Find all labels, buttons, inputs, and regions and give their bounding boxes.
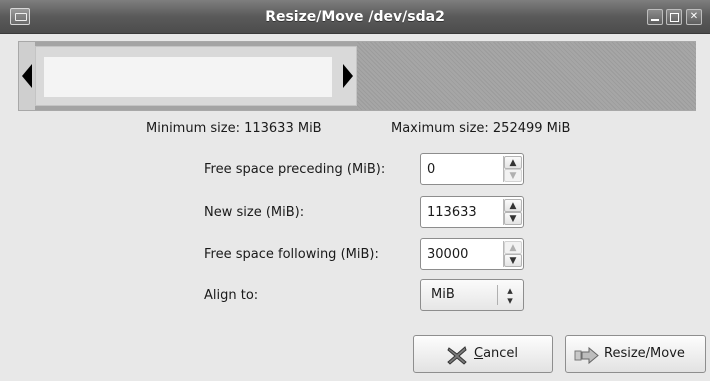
increment-icon[interactable]: ▲ [504, 199, 522, 212]
partition-resize-bar[interactable] [18, 41, 696, 111]
maximum-size-label: Maximum size: 252499 MiB [391, 121, 571, 136]
cancel-button-label: Cancel [474, 346, 519, 361]
new-size-label: New size (MiB): [204, 205, 305, 220]
resize-move-icon [574, 346, 599, 365]
new-size-spinbox[interactable]: ▲ ▼ [420, 196, 524, 228]
increment-icon[interactable]: ▲ [504, 156, 522, 169]
maximize-button[interactable] [666, 9, 682, 25]
increment-icon[interactable]: ▲ [504, 241, 522, 254]
minimum-size-label: Minimum size: 113633 MiB [146, 121, 322, 136]
decrement-icon[interactable]: ▼ [504, 169, 522, 182]
free-space-following-label: Free space following (MiB): [204, 247, 379, 262]
partition-used-area [44, 57, 332, 97]
align-to-value: MiB [431, 287, 455, 302]
align-to-label: Align to: [204, 288, 259, 303]
free-space-following-spinbox[interactable]: ▲ ▼ [420, 238, 524, 270]
cancel-icon [447, 346, 467, 365]
resize-move-button[interactable]: Resize/Move [565, 335, 706, 373]
title-bar: Resize/Move /dev/sda2 ✕ [0, 0, 710, 34]
partition-block[interactable] [35, 46, 357, 106]
minimize-button[interactable] [647, 9, 663, 25]
up-down-chevron-icon: ▴ ▾ [507, 284, 513, 307]
free-space-following-input[interactable] [423, 241, 501, 267]
free-space-preceding-input[interactable] [423, 156, 501, 182]
combobox-separator [497, 285, 498, 305]
new-size-spin-buttons: ▲ ▼ [503, 199, 522, 225]
align-to-combobox[interactable]: MiB ▴ ▾ [420, 279, 524, 311]
resize-handle-right-icon[interactable] [343, 64, 353, 88]
size-limits: Minimum size: 113633 MiB Maximum size: 2… [0, 121, 710, 139]
cancel-button[interactable]: Cancel [413, 335, 553, 373]
close-button[interactable]: ✕ [686, 9, 702, 25]
free-space-preceding-label: Free space preceding (MiB): [204, 162, 386, 177]
free-space-preceding-spinbox[interactable]: ▲ ▼ [420, 153, 524, 185]
decrement-icon[interactable]: ▼ [504, 212, 522, 225]
new-size-input[interactable] [423, 199, 501, 225]
free-space-following-region [357, 42, 696, 110]
resize-move-button-label: Resize/Move [604, 346, 685, 361]
resize-handle-left-icon[interactable] [22, 64, 32, 88]
free-space-following-spin-buttons: ▲ ▼ [503, 241, 522, 267]
free-space-preceding-spin-buttons: ▲ ▼ [503, 156, 522, 182]
decrement-icon[interactable]: ▼ [504, 254, 522, 267]
window-title: Resize/Move /dev/sda2 [265, 9, 445, 25]
